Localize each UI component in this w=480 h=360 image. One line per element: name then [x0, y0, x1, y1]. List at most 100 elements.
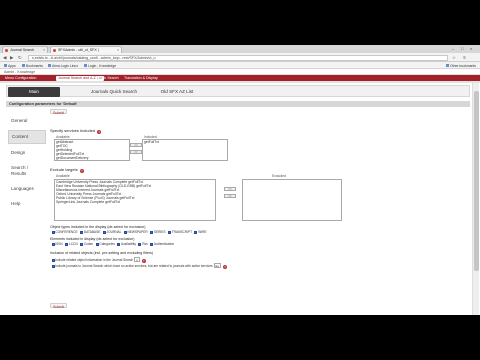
element-availability[interactable]: Availability — [116, 242, 136, 246]
divider — [0, 81, 480, 83]
submit-button-bottom[interactable]: Submit — [50, 303, 68, 309]
menu-translation-display[interactable]: Translation & Display — [122, 76, 160, 81]
menu-icon[interactable]: ≡ — [463, 55, 466, 60]
folder-icon — [446, 64, 449, 67]
sidebar-item-content[interactable]: Content — [8, 129, 46, 144]
checkbox[interactable] — [117, 242, 121, 246]
browser-tab-bar: Journal Search × SFXAdmin - util_ct_SFX … — [0, 45, 480, 53]
element-categories[interactable]: Categories — [94, 242, 115, 246]
bookmark-other[interactable]: Other bookmarks — [446, 64, 476, 68]
checkbox[interactable] — [80, 242, 84, 246]
related-row-2: Include journals in Journal Search which… — [50, 263, 227, 269]
object-type-transcript[interactable]: TRANSCRIPT — [166, 230, 192, 234]
bookmark-alma-login[interactable]: Alma Login Linux — [48, 64, 78, 68]
targets-label: Exclude targets ? — [50, 167, 84, 173]
remove-target-button[interactable]: << — [224, 194, 236, 198]
bookmark-icon — [84, 64, 87, 67]
sidebar-item-languages[interactable]: Languages — [8, 183, 46, 195]
forward-icon[interactable]: ▶ — [10, 55, 13, 61]
add-service-button[interactable]: >> — [130, 143, 142, 147]
object-type-newspaper[interactable]: NEWSPAPER — [122, 230, 148, 234]
sidebar-item-search-results[interactable]: Search / Results — [8, 162, 46, 180]
checkbox[interactable] — [150, 242, 154, 246]
object-type-wire[interactable]: WIRE — [193, 230, 207, 234]
close-window-icon[interactable]: × — [470, 46, 472, 51]
tab-journals-quick-search[interactable]: Journals Quick Search — [79, 87, 149, 97]
screen-frame: Journal Search × SFXAdmin - util_ct_SFX … — [0, 45, 480, 315]
help-icon[interactable]: ? — [79, 169, 84, 173]
element-authentication[interactable]: Authentication — [149, 242, 174, 246]
url-field[interactable]: s.exlsfs.tx...A.a/ctrl/journals/catalog_… — [28, 54, 448, 61]
scrollbar-thumb[interactable] — [474, 91, 479, 271]
tab-main[interactable]: Main — [8, 87, 60, 97]
main-tab-strip: Main Journals Quick Search Old SFX AZ Li… — [6, 85, 470, 97]
apps-icon — [4, 64, 7, 67]
address-bar: ◀ ▶ ↻ s.exlsfs.tx...A.a/ctrl/journals/ca… — [0, 53, 480, 62]
checkbox[interactable] — [167, 230, 171, 234]
object-type-conference[interactable]: CONFERENCE — [50, 230, 78, 234]
sidebar-item-design[interactable]: Design — [8, 147, 46, 159]
object-type-journal[interactable]: JOURNAL — [101, 230, 121, 234]
element-coden[interactable]: Coden — [79, 242, 93, 246]
add-target-button[interactable]: >> — [224, 187, 236, 191]
checkbox[interactable] — [138, 242, 142, 246]
targets-available-label: Available — [56, 174, 70, 178]
checkbox[interactable] — [150, 230, 154, 234]
page-scrollbar[interactable] — [472, 83, 479, 315]
help-icon[interactable]: ? — [222, 265, 227, 269]
config-sidebar: General Content Design Search / Results … — [8, 115, 46, 213]
targets-excluded-label: Excluded — [272, 174, 286, 178]
services-available-list[interactable]: getAbstract getTOC getHolding getSelecte… — [54, 139, 130, 161]
config-header: Configuration parameters for 'Default' — [6, 101, 470, 107]
services-label: Specify services Included ? — [50, 128, 102, 134]
browser-tab-sfxadmin[interactable]: SFXAdmin - util_ct_SFX | × — [50, 46, 122, 53]
elements-row: ISSN LCCN Coden Categories Availability … — [50, 242, 174, 246]
submit-button-top[interactable]: Submit — [50, 109, 68, 115]
star-icon[interactable]: ☆ — [452, 55, 456, 61]
close-tab-icon[interactable]: × — [117, 48, 119, 52]
object-type-database[interactable]: DATABASE — [79, 230, 100, 234]
bookmark-login-knowledge[interactable]: Login - Knowledge — [84, 64, 116, 68]
targets-excluded-list[interactable] — [242, 179, 342, 221]
related-select-2[interactable]: Ex — [213, 263, 222, 268]
minimize-icon[interactable]: – — [452, 46, 454, 51]
object-types-row: CONFERENCE DATABASE JOURNAL NEWSPAPER SE… — [50, 230, 207, 234]
elements-label: Elements included in display (de-select … — [50, 237, 135, 241]
checkbox[interactable] — [102, 230, 106, 234]
sidebar-item-general[interactable]: General — [8, 115, 46, 127]
element-issn[interactable]: ISSN — [50, 242, 63, 246]
element-lccn[interactable]: LCCN — [64, 242, 78, 246]
list-item[interactable]: getFullTxt — [143, 140, 227, 144]
close-tab-icon[interactable]: × — [43, 48, 45, 52]
menu-configuration[interactable]: Menu Configuration — [3, 76, 38, 81]
help-icon[interactable]: ? — [97, 130, 102, 134]
menu-ebook-search[interactable]: eBook Search — [94, 76, 121, 81]
services-included-list[interactable]: getFullTxt — [142, 139, 228, 161]
related-select-1[interactable]: 1 — [134, 257, 140, 262]
bookmark-apps[interactable]: Apps — [4, 64, 16, 68]
back-icon[interactable]: ◀ — [3, 55, 6, 61]
maximize-icon[interactable]: □ — [461, 46, 463, 51]
tab-old-sfx-az-list[interactable]: Old SFX AZ List — [147, 87, 207, 97]
related-label: Inclusion of related objects (incl. pre-… — [50, 251, 154, 255]
app-title: Admin - Knowledge — [4, 69, 36, 74]
object-types-label: Object types included in the display (de… — [50, 225, 146, 229]
object-type-series[interactable]: SERIES — [149, 230, 166, 234]
remove-service-button[interactable]: << — [130, 150, 142, 154]
checkbox[interactable] — [80, 230, 84, 234]
sidebar-item-help[interactable]: Help — [8, 198, 46, 210]
list-item[interactable]: getDocumentDelivery — [55, 156, 129, 160]
bookmarks-bar: Apps Bookmarks Alma Login Linux Login - … — [0, 62, 480, 69]
checkbox[interactable] — [194, 230, 198, 234]
checkbox[interactable] — [65, 242, 69, 246]
bookmark-icon — [48, 64, 51, 67]
folder-icon — [22, 64, 25, 67]
reload-icon[interactable]: ↻ — [18, 55, 22, 61]
favicon-icon — [53, 49, 56, 52]
element-rss[interactable]: Rss — [137, 242, 148, 246]
targets-available-list[interactable]: Cambridge University Press Journals Comp… — [54, 179, 216, 221]
list-item[interactable]: SpringerLink Journals Complete getFullTx… — [55, 200, 215, 204]
bookmark-bookmarks[interactable]: Bookmarks — [22, 64, 43, 68]
browser-tab-journal-search[interactable]: Journal Search × — [2, 46, 48, 53]
favicon-icon — [5, 49, 8, 52]
